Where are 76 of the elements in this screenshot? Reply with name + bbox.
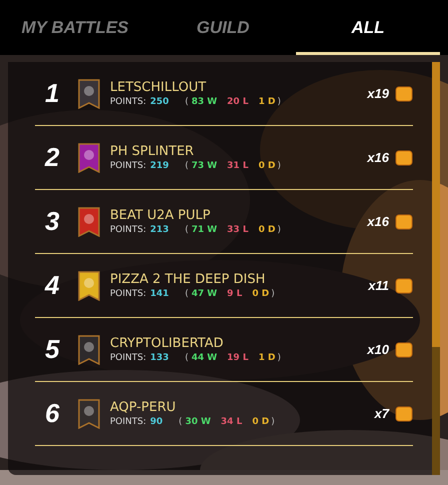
wins-count: 44 W [191, 353, 218, 363]
multiplier: x16 [367, 214, 389, 229]
draws-count: 0 D [252, 289, 270, 299]
parenthesis: ) [277, 97, 281, 107]
player-name: AQP-PERU [110, 400, 177, 415]
wins-count: 30 W [185, 417, 211, 427]
points-label: POINTS: [110, 417, 146, 427]
rank-number: 4 [44, 270, 60, 301]
parenthesis: ) [271, 289, 275, 299]
points-value: 250 [150, 97, 169, 107]
tab[interactable]: GUILD [150, 0, 296, 55]
draws-count: 1 D [258, 97, 276, 107]
wins-count: 71 W [191, 225, 218, 235]
parenthesis: ) [277, 225, 281, 235]
scrollbar[interactable] [432, 62, 440, 475]
rank-number: 2 [44, 142, 60, 173]
multiplier: x19 [367, 86, 389, 101]
points-value: 90 [150, 417, 163, 427]
points-label: POINTS: [110, 97, 146, 107]
losses-count: 20 L [227, 97, 248, 107]
multiplier: x10 [367, 342, 389, 357]
parenthesis: ( [184, 289, 188, 299]
multiplier: x11 [368, 278, 389, 293]
parenthesis: ( [184, 161, 188, 171]
chest-icon [395, 84, 413, 102]
wins-count: 83 W [191, 97, 218, 107]
chest-icon [395, 404, 413, 422]
losses-count: 33 L [227, 225, 248, 235]
player-name: PH SPLINTER [110, 144, 195, 159]
chest-icon [395, 276, 413, 294]
banner-icon [77, 206, 101, 236]
player-name: LETSCHILLOUT [110, 80, 208, 95]
losses-count: 9 L [227, 289, 242, 299]
multiplier: x16 [367, 150, 389, 165]
points-value: 133 [150, 353, 169, 363]
banner-icon [77, 142, 101, 172]
parenthesis: ) [277, 161, 281, 171]
parenthesis: ( [184, 353, 188, 363]
rank-number: 1 [44, 78, 60, 109]
rank-number: 6 [44, 398, 60, 429]
losses-count: 34 L [220, 417, 242, 427]
multiplier: x7 [374, 406, 389, 421]
draws-count: 1 D [258, 353, 276, 363]
points-label: POINTS: [110, 161, 146, 171]
chest-icon [395, 212, 413, 230]
tab[interactable]: MY BATTLES [0, 0, 150, 55]
points-value: 219 [150, 161, 169, 171]
parenthesis: ) [271, 417, 275, 427]
losses-count: 31 L [227, 161, 248, 171]
rank-number: 3 [44, 206, 60, 237]
wins-count: 47 W [191, 289, 218, 299]
rank-number: 5 [44, 334, 61, 365]
points-label: POINTS: [110, 353, 146, 363]
parenthesis: ( [178, 417, 182, 427]
chest-icon [395, 148, 413, 166]
parenthesis: ( [184, 225, 188, 235]
draws-count: 0 D [252, 417, 270, 427]
chest-icon [395, 340, 413, 358]
player-name: BEAT U2A PULP [110, 208, 212, 223]
points-value: 213 [150, 225, 169, 235]
banner-icon [77, 334, 101, 364]
banner-icon [77, 398, 101, 428]
banner-icon [77, 270, 101, 300]
draws-count: 0 D [258, 225, 276, 235]
points-value: 141 [150, 289, 169, 299]
points-label: POINTS: [110, 225, 146, 235]
player-name: PIZZA 2 THE DEEP DISH [110, 272, 266, 287]
points-label: POINTS: [110, 289, 146, 299]
parenthesis: ) [277, 353, 281, 363]
banner-icon [77, 78, 101, 108]
wins-count: 73 W [191, 161, 218, 171]
player-name: CRYPTOLIBERTAD [110, 336, 224, 351]
losses-count: 19 L [227, 353, 248, 363]
tab[interactable]: ALL [296, 0, 440, 55]
parenthesis: ( [184, 97, 188, 107]
draws-count: 0 D [258, 161, 276, 171]
